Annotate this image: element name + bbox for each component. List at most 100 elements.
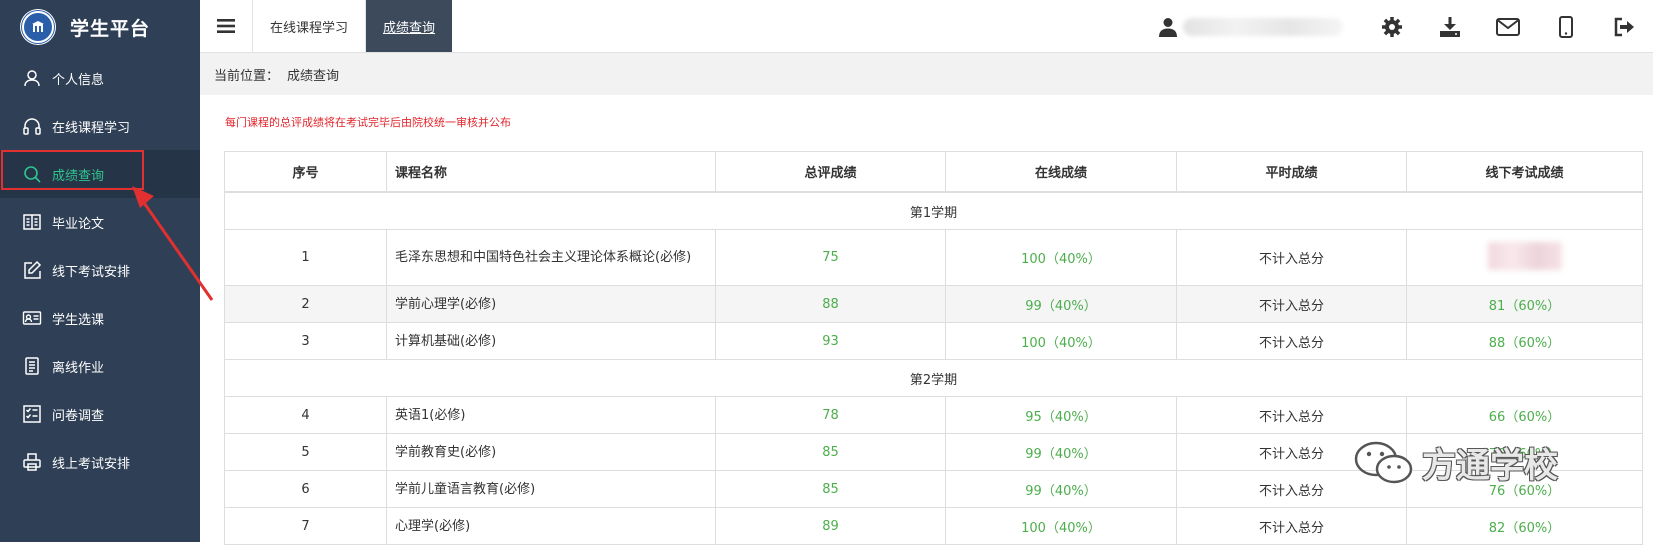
cell-no: 7 — [224, 507, 387, 545]
user-menu[interactable] — [1159, 17, 1343, 37]
grades-table: 序号 课程名称 总评成绩 在线成绩 平时成绩 线下考试成绩 第1学期 1 毛泽东… — [224, 151, 1643, 545]
edit-icon — [20, 258, 44, 282]
menu-toggle-button[interactable] — [200, 0, 252, 52]
cell-course: 心理学(必修) — [386, 507, 716, 545]
sidebar-item-label: 学生选课 — [52, 312, 105, 328]
table-row: 1 毛泽东思想和中国特色社会主义理论体系概论(必修) 75 100（40%） 不… — [224, 229, 1643, 286]
sidebar-item-label: 在线课程学习 — [52, 120, 131, 136]
column-header-usual: 平时成绩 — [1176, 151, 1407, 193]
term-label: 第1学期 — [224, 191, 1643, 230]
printer-icon — [20, 450, 44, 474]
cell-usual: 不计入总分 — [1176, 396, 1407, 434]
school-logo — [20, 9, 56, 45]
cell-course: 英语1(必修) — [386, 396, 716, 434]
cell-no: 1 — [224, 229, 387, 286]
breadcrumb-prefix: 当前位置： — [214, 68, 280, 84]
mail-button[interactable] — [1479, 0, 1537, 53]
sidebar-item-offline-homework[interactable]: 离线作业 — [0, 342, 200, 390]
settings-button[interactable] — [1363, 0, 1421, 53]
cell-course: 学前儿童语言教育(必修) — [386, 470, 716, 508]
table-header-row: 序号 课程名称 总评成绩 在线成绩 平时成绩 线下考试成绩 — [224, 151, 1643, 193]
column-header-online: 在线成绩 — [945, 151, 1177, 193]
document-icon — [20, 354, 44, 378]
cell-offline: 76（60%） — [1406, 433, 1643, 471]
user-name-redacted — [1183, 17, 1343, 36]
cell-course: 毛泽东思想和中国特色社会主义理论体系概论(必修) — [386, 229, 716, 286]
breadcrumb: 当前位置： 成绩查询 — [200, 53, 1653, 95]
app-title: 学生平台 — [70, 17, 151, 40]
cell-total: 75 — [715, 229, 946, 286]
sidebar-item-online-courses[interactable]: 在线课程学习 — [0, 102, 200, 150]
logout-icon — [1614, 17, 1634, 36]
cell-usual: 不计入总分 — [1176, 433, 1407, 471]
cell-offline: 66（60%） — [1406, 396, 1643, 434]
term-row: 第2学期 — [224, 359, 1643, 397]
annotation-arrow — [132, 186, 214, 301]
cell-online: 99（40%） — [945, 285, 1177, 323]
cell-total: 85 — [715, 433, 946, 471]
cell-online: 100（40%） — [945, 322, 1177, 360]
top-bar: 在线课程学习 成绩查询 — [200, 0, 1653, 53]
cell-total: 78 — [715, 396, 946, 434]
tab-online-courses[interactable]: 在线课程学习 — [252, 0, 365, 52]
user-icon — [1159, 17, 1177, 37]
headphones-icon — [20, 114, 44, 138]
user-icon — [20, 66, 44, 90]
tab-grades[interactable]: 成绩查询 — [365, 0, 453, 52]
sidebar-item-label: 离线作业 — [52, 360, 105, 376]
cell-online: 100（40%） — [945, 229, 1177, 286]
sidebar-item-label: 个人信息 — [52, 72, 105, 88]
cell-usual: 不计入总分 — [1176, 470, 1407, 508]
term-label: 第2学期 — [224, 359, 1643, 397]
table-row: 3 计算机基础(必修) 93 100（40%） 不计入总分 88（60%） — [224, 322, 1643, 360]
cell-no: 2 — [224, 285, 387, 323]
checklist-icon — [20, 402, 44, 426]
sidebar-item-label: 问卷调查 — [52, 408, 105, 424]
sidebar-item-label: 线上考试安排 — [52, 456, 131, 472]
cell-online: 100（40%） — [945, 507, 1177, 545]
sidebar-item-label: 成绩查询 — [52, 168, 105, 184]
download-icon — [1440, 16, 1460, 37]
brand: 学生平台 — [0, 0, 200, 54]
sidebar-item-profile[interactable]: 个人信息 — [0, 54, 200, 102]
cell-offline: 81（60%） — [1406, 285, 1643, 323]
logout-button[interactable] — [1595, 0, 1653, 53]
cell-no: 4 — [224, 396, 387, 434]
cell-offline: 76（60%） — [1406, 470, 1643, 508]
id-card-icon — [20, 306, 44, 330]
sidebar-item-label: 线下考试安排 — [52, 264, 131, 280]
cell-usual: 不计入总分 — [1176, 322, 1407, 360]
cell-no: 6 — [224, 470, 387, 508]
breadcrumb-current: 成绩查询 — [287, 68, 340, 84]
mobile-icon — [1559, 15, 1573, 38]
hamburger-icon — [217, 19, 235, 33]
table-row: 2 学前心理学(必修) 88 99（40%） 不计入总分 81（60%） — [224, 285, 1643, 323]
settings-icon — [1382, 16, 1402, 37]
table-row: 5 学前教育史(必修) 85 99（40%） 不计入总分 76（60%） — [224, 433, 1643, 471]
download-button[interactable] — [1421, 0, 1479, 53]
cell-usual: 不计入总分 — [1176, 507, 1407, 545]
cell-total: 93 — [715, 322, 946, 360]
book-icon — [20, 210, 44, 234]
cell-online: 99（40%） — [945, 433, 1177, 471]
sidebar-item-online-exam[interactable]: 线上考试安排 — [0, 438, 200, 486]
cell-usual: 不计入总分 — [1176, 229, 1407, 286]
table-row: 6 学前儿童语言教育(必修) 85 99（40%） 不计入总分 76（60%） — [224, 470, 1643, 508]
cell-total: 89 — [715, 507, 946, 545]
column-header-no: 序号 — [224, 151, 387, 193]
cell-course: 学前教育史(必修) — [386, 433, 716, 471]
column-header-course: 课程名称 — [386, 151, 716, 193]
cell-online: 99（40%） — [945, 470, 1177, 508]
table-row: 7 心理学(必修) 89 100（40%） 不计入总分 82（60%） — [224, 507, 1643, 545]
table-row: 4 英语1(必修) 78 95（40%） 不计入总分 66（60%） — [224, 396, 1643, 434]
sidebar-item-survey[interactable]: 问卷调查 — [0, 390, 200, 438]
column-header-offline: 线下考试成绩 — [1406, 151, 1643, 193]
cell-course: 学前心理学(必修) — [386, 285, 716, 323]
cell-total: 85 — [715, 470, 946, 508]
search-icon — [20, 162, 44, 186]
mobile-button[interactable] — [1537, 0, 1595, 53]
cell-no: 3 — [224, 322, 387, 360]
sidebar-item-label: 毕业论文 — [52, 216, 105, 232]
toolbar — [1159, 0, 1653, 53]
notice-text: 每门课程的总评成绩将在考试完毕后由院校统一审核并公布 — [225, 116, 511, 129]
